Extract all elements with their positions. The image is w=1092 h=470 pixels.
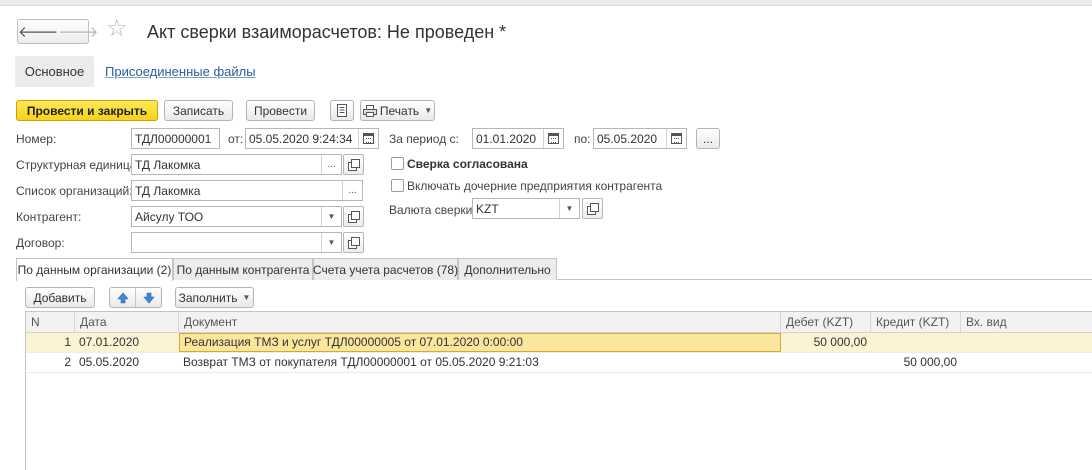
cell-in-type (961, 353, 1092, 372)
section-main[interactable]: Основное (15, 56, 94, 87)
cell-document[interactable]: Реализация ТМЗ и услуг ТДЛ00000005 от 07… (179, 333, 781, 352)
column-header-document[interactable]: Документ (179, 312, 781, 333)
document-list-icon (337, 104, 347, 117)
tab-additional[interactable]: Дополнительно (458, 258, 557, 280)
unit-value: ТД Лакомка (135, 157, 201, 172)
chevron-down-icon: ▼ (424, 106, 433, 115)
counterparty-label: Контрагент: (16, 210, 82, 224)
printer-icon (362, 104, 377, 117)
period-label: За период с: (389, 132, 459, 146)
add-row-button[interactable]: Добавить (25, 287, 95, 308)
number-value: ТДЛ00000001 (135, 131, 212, 146)
period-to-field[interactable]: 05.05.2020 (593, 128, 687, 149)
date-value: 05.05.2020 9:24:34 (249, 131, 353, 146)
fill-label: Заполнить (178, 290, 238, 305)
move-down-icon[interactable] (135, 288, 161, 307)
save-button[interactable]: Записать (164, 100, 233, 121)
open-window-icon (348, 237, 360, 249)
open-window-icon (348, 159, 360, 171)
number-field[interactable]: ТДЛ00000001 (131, 128, 220, 149)
period-to-value: 05.05.2020 (597, 131, 658, 146)
print-label: Печать (379, 103, 420, 118)
open-window-icon (348, 211, 360, 223)
post-button[interactable]: Провести (246, 100, 315, 121)
period-settings-button[interactable]: ... (696, 128, 720, 149)
back-arrow-icon[interactable]: 🡐 (18, 20, 58, 43)
agreed-checkbox[interactable] (391, 157, 404, 170)
cell-date: 07.01.2020 (79, 335, 140, 349)
period-from-field[interactable]: 01.01.2020 (472, 128, 564, 149)
cell-credit: 50 000,00 (903, 355, 957, 369)
history-nav: 🡐 🡒 (17, 19, 98, 44)
calendar-icon[interactable] (666, 129, 686, 148)
window-top-strip (0, 0, 1092, 6)
period-to-label: по: (574, 132, 591, 146)
table-header: N Дата Документ Дебет (KZT) Кредит (KZT)… (26, 312, 1092, 333)
period-from-value: 01.01.2020 (476, 131, 537, 146)
column-header-n[interactable]: N (26, 312, 75, 333)
currency-value: KZT (476, 201, 499, 216)
select-ellipsis-icon[interactable]: ... (321, 155, 341, 174)
column-header-in-type[interactable]: Вх. вид (961, 312, 1092, 333)
report-structure-button[interactable] (330, 100, 354, 121)
post-and-close-button[interactable]: Провести и закрыть (16, 100, 158, 121)
open-unit-button[interactable] (343, 154, 364, 175)
counterparty-value: Айсулу ТОО (135, 209, 204, 224)
cell-date: 05.05.2020 (79, 355, 140, 369)
tab-counterparty-data[interactable]: По данным контрагента (173, 258, 313, 280)
chevron-down-icon[interactable]: ▼ (559, 199, 579, 218)
date-label: от: (228, 132, 244, 146)
open-currency-button[interactable] (582, 198, 603, 219)
date-field[interactable]: 05.05.2020 9:24:34 (245, 128, 379, 149)
print-button[interactable]: Печать ▼ (360, 100, 435, 121)
subsidiaries-label: Включать дочерние предприятия контрагент… (407, 179, 663, 193)
move-up-icon[interactable] (110, 288, 135, 307)
unit-field[interactable]: ТД Лакомка ... (131, 154, 342, 175)
favorite-star-icon[interactable]: ☆ (106, 17, 128, 41)
currency-field[interactable]: KZT ▼ (472, 198, 580, 219)
move-rows-group (109, 287, 162, 308)
attached-files-link[interactable]: Присоединенные файлы (105, 64, 256, 79)
orgs-label: Список организаций: (16, 184, 133, 198)
table-row[interactable]: 2 05.05.2020 Возврат ТМЗ от покупателя Т… (26, 353, 1092, 373)
cell-n: 2 (64, 355, 71, 369)
contract-label: Договор: (16, 236, 65, 250)
cell-debit: 50 000,00 (813, 335, 867, 349)
cell-document: Возврат ТМЗ от покупателя ТДЛ00000001 от… (183, 355, 539, 369)
column-header-date[interactable]: Дата (75, 312, 179, 333)
chevron-down-icon[interactable]: ▼ (321, 233, 341, 252)
calendar-icon[interactable] (358, 129, 378, 148)
open-contract-button[interactable] (343, 232, 364, 253)
tab-accounts[interactable]: Счета учета расчетов (78) (313, 258, 458, 280)
subsidiaries-checkbox[interactable] (391, 179, 404, 192)
select-ellipsis-icon[interactable]: ... (342, 181, 362, 200)
calendar-icon[interactable] (543, 129, 563, 148)
cell-in-type (961, 333, 1092, 352)
open-counterparty-button[interactable] (343, 206, 364, 227)
column-header-credit[interactable]: Кредит (KZT) (871, 312, 961, 333)
table-row[interactable]: 1 07.01.2020 Реализация ТМЗ и услуг ТДЛ0… (26, 333, 1092, 353)
fill-button[interactable]: Заполнить ▼ (175, 287, 254, 308)
page-title: Акт сверки взаиморасчетов: Не проведен * (147, 22, 507, 42)
agreed-label: Сверка согласована (407, 157, 528, 171)
orgs-field[interactable]: ТД Лакомка ... (131, 180, 363, 201)
unit-label: Структурная единица: (16, 158, 140, 172)
open-window-icon (587, 203, 599, 215)
currency-label: Валюта сверки: (389, 203, 476, 217)
column-header-debit[interactable]: Дебет (KZT) (781, 312, 871, 333)
number-label: Номер: (16, 132, 57, 146)
tab-organization-data[interactable]: По данным организации (2) (16, 258, 173, 281)
forward-arrow-icon[interactable]: 🡒 (58, 20, 98, 43)
cell-credit (871, 333, 961, 352)
contract-field[interactable]: ▼ (131, 232, 342, 253)
counterparty-field[interactable]: Айсулу ТОО ▼ (131, 206, 342, 227)
chevron-down-icon: ▼ (242, 293, 251, 302)
cell-debit (781, 353, 871, 372)
orgs-value: ТД Лакомка (135, 183, 201, 198)
chevron-down-icon[interactable]: ▼ (321, 207, 341, 226)
reconciliation-table[interactable]: N Дата Документ Дебет (KZT) Кредит (KZT)… (25, 311, 1092, 470)
cell-n: 1 (64, 335, 71, 349)
